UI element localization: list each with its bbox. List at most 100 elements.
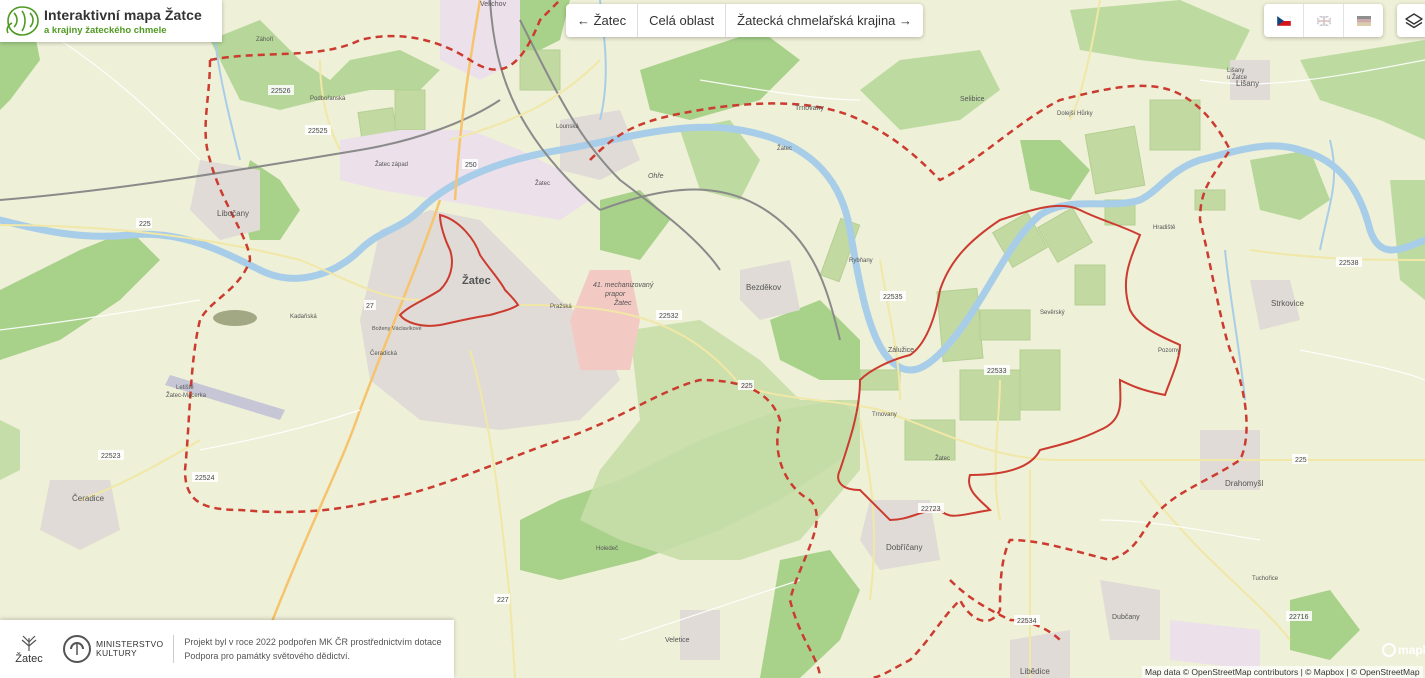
label-zahori: Záhoří (256, 37, 274, 43)
svg-text:22538: 22538 (1339, 260, 1359, 267)
label-sevrak: Sevěrský (1040, 310, 1065, 316)
road-shield: 22525 (305, 125, 331, 135)
label-pozorny: Pozorny (1158, 348, 1180, 354)
svg-text:22525: 22525 (308, 128, 328, 135)
label-army-1: 41. mechanizovaný (593, 282, 654, 289)
language-switcher (1264, 4, 1383, 37)
uk-flag-icon (1316, 15, 1331, 26)
svg-text:22532: 22532 (659, 313, 679, 320)
label-libedice: Libědice (1020, 667, 1050, 676)
lang-en-button[interactable] (1304, 4, 1344, 37)
label-tuchorice: Tuchořice (1252, 576, 1279, 582)
svg-text:22526: 22526 (271, 88, 291, 95)
label-strkovice: Strkovice (1271, 299, 1304, 308)
road-shield: 22526 (268, 85, 294, 95)
map-canvas[interactable]: Žatec Žatec západ Žatec Libočany Čeradic… (0, 0, 1425, 678)
ministry-seal-icon (63, 635, 91, 663)
road-shield: 22716 (1286, 611, 1312, 621)
label-zatec-2: Žatec (777, 144, 792, 152)
mapbox-label: mapbox (1398, 643, 1425, 657)
label-dolejsi-hurky: Dolejší Hůrky (1057, 110, 1093, 117)
label-trnovany: Trnovany (872, 412, 897, 418)
svg-text:22723: 22723 (921, 506, 941, 513)
area-navigation: ← Žatec Celá oblast Žatecká chmelařská k… (566, 4, 924, 37)
app-logo-card[interactable]: Interaktivní mapa Žatce a krajiny žateck… (0, 0, 222, 42)
svg-text:22533: 22533 (987, 368, 1007, 375)
svg-text:225: 225 (139, 221, 151, 228)
whole-area-button[interactable]: Celá oblast (638, 4, 727, 37)
prev-area-button[interactable]: ← Žatec (566, 4, 639, 37)
map-attribution[interactable]: Map data © OpenStreetMap contributors | … (1142, 666, 1423, 678)
label-letiste: Letiště (176, 385, 194, 391)
road-shield: 22533 (984, 365, 1010, 375)
svg-text:22524: 22524 (195, 475, 215, 482)
road-shield: 22723 (918, 503, 944, 513)
funding-footer: Žatec MINISTERSTVO KULTURY Projekt byl v… (0, 620, 454, 678)
label-zatec-station: Žatec (535, 179, 550, 187)
label-ceradicka: Čeradická (370, 350, 398, 357)
road-shield: 22538 (1336, 257, 1362, 267)
mapbox-logo[interactable]: mapbox (1382, 643, 1425, 657)
svg-text:27: 27 (366, 303, 374, 310)
label-lisany-u-zatce-2: u Žatce (1227, 73, 1248, 81)
next-area-button[interactable]: Žatecká chmelařská krajina → (726, 4, 923, 37)
label-bezdekov: Bezděkov (746, 283, 781, 292)
road-shield: 225 (738, 380, 754, 390)
label-dubcany: Dubčany (1112, 614, 1140, 621)
label-lounska: Lounská (556, 124, 579, 130)
hop-plant-icon (21, 635, 37, 651)
funding-text: Projekt byl v roce 2022 podpořen MK ČR p… (184, 637, 442, 661)
label-veletice: Veletice (665, 637, 690, 644)
road-shield: 27 (364, 300, 376, 310)
label-kadanska: Kadaňská (290, 314, 317, 320)
label-ohre: Ohře (648, 173, 664, 180)
label-cheradice: Čeradice (72, 494, 105, 503)
label-bozeny: Boženy Václavíkové (372, 326, 422, 332)
label-hradiste: Hradiště (1153, 225, 1176, 231)
label-army-3: Žatec (613, 298, 632, 307)
app-title: Interaktivní mapa Žatce (44, 6, 202, 23)
label-lisany-u-zatce-1: Lišany (1227, 68, 1244, 74)
label-libocany: Libočany (217, 209, 249, 218)
label-selibice: Selibice (960, 96, 985, 103)
footer-divider (173, 635, 175, 663)
lang-cs-button[interactable] (1264, 4, 1304, 37)
german-flag-icon (1356, 15, 1371, 26)
label-zatec-se: Žatec (935, 454, 950, 462)
mapbox-icon (1382, 643, 1396, 657)
svg-text:22535: 22535 (883, 294, 903, 301)
czech-flag-icon (1276, 15, 1291, 26)
label-zaluzice: Zálužice (888, 347, 914, 354)
road-shield: 22523 (98, 450, 124, 460)
road-shield: 225 (1292, 454, 1308, 464)
svg-text:22716: 22716 (1289, 614, 1309, 621)
label-velichov: Velichov (480, 1, 507, 8)
ministry-line2: KULTURY (96, 648, 137, 658)
label-dobricany: Dobříčany (886, 543, 922, 552)
layers-button[interactable] (1397, 4, 1425, 37)
zatec-logo-text: Žatec (15, 652, 43, 665)
lang-de-button[interactable] (1344, 4, 1383, 37)
svg-text:225: 225 (741, 383, 753, 390)
label-zatec-zapad: Žatec západ (375, 160, 408, 168)
svg-text:22523: 22523 (101, 453, 121, 460)
label-letiste-2: Žatec-Macerka (166, 391, 207, 399)
svg-text:225: 225 (1295, 457, 1307, 464)
label-trnovany-north: Trnovany (795, 105, 824, 112)
label-zatec: Žatec (462, 274, 491, 287)
zatec-city-logo: Žatec (0, 634, 58, 665)
road-shield: 22532 (656, 310, 682, 320)
label-podborska: Podbořanská (310, 96, 346, 102)
label-rybnany: Rybňany (849, 258, 873, 264)
road-shield: 250 (462, 159, 478, 169)
svg-text:250: 250 (465, 162, 477, 169)
road-shield: 22524 (192, 472, 218, 482)
label-holedec: Holedeč (596, 546, 618, 552)
svg-text:227: 227 (497, 597, 509, 604)
layers-icon (1405, 12, 1423, 28)
road-shield: 225 (136, 218, 152, 228)
road-shield: 227 (494, 594, 510, 604)
road-shield: 22535 (880, 291, 906, 301)
label-prazska: Pražská (550, 304, 572, 310)
label-army-2: prapor (604, 291, 626, 298)
